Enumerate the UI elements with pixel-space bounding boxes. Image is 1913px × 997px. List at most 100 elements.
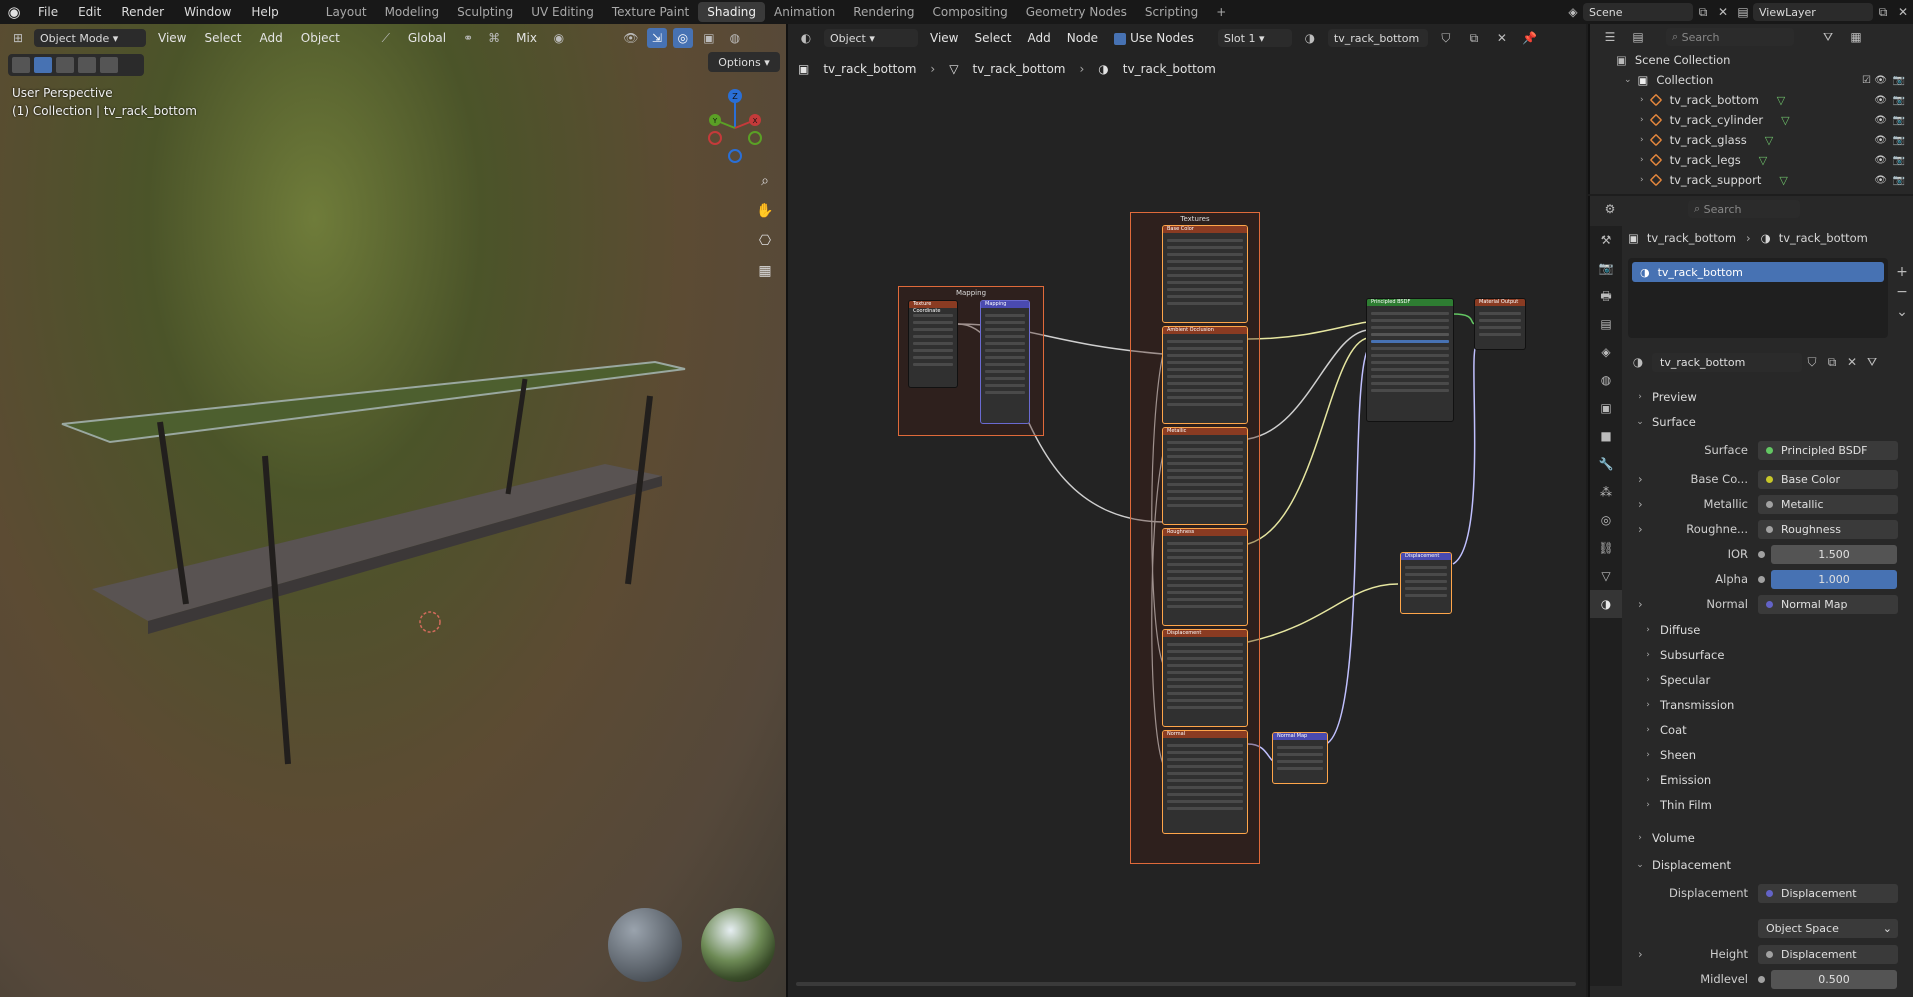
filter-icon[interactable]: ⛛ [1818, 27, 1838, 47]
render-tab-icon[interactable]: 📷 [1590, 254, 1622, 282]
tab-sculpting[interactable]: Sculpting [448, 2, 522, 22]
eye-icon[interactable]: 👁 [1874, 155, 1887, 166]
output-tab-icon[interactable]: 🖶 [1590, 282, 1622, 310]
mesh-data-icon[interactable]: ▽ [1765, 134, 1773, 147]
outliner-item-tv-rack-bottom[interactable]: › tv_rack_bottom ▽ 👁 📷 [1590, 90, 1913, 110]
chevron-right-icon[interactable]: › [1638, 947, 1643, 961]
constraints-tab-icon[interactable]: ⛓ [1590, 534, 1622, 562]
eye-icon[interactable]: 👁 [1874, 135, 1887, 146]
camera-icon[interactable]: 📷 [1893, 115, 1905, 126]
mesh-data-icon[interactable]: ▽ [1777, 94, 1785, 107]
node-roughness-texture[interactable]: Roughness [1162, 528, 1248, 626]
collection-row[interactable]: ⌄ ▣ Collection ☑ 👁 📷 [1590, 70, 1913, 90]
new-scene-icon[interactable]: ⧉ [1693, 2, 1713, 22]
section-displacement[interactable]: ⌄ Displacement [1628, 854, 1913, 876]
delete-scene-icon[interactable]: ✕ [1713, 2, 1733, 22]
subsection-emission[interactable]: › Emission [1636, 769, 1913, 791]
section-volume[interactable]: › Volume [1628, 827, 1913, 849]
physics-tab-icon[interactable]: ◎ [1590, 506, 1622, 534]
section-preview[interactable]: › Preview [1628, 386, 1913, 408]
rack-glass-top[interactable] [61, 360, 686, 444]
chevron-right-icon[interactable]: › [1638, 522, 1643, 536]
roughness-field[interactable]: Roughness [1758, 519, 1898, 539]
shader-node-editor[interactable]: ◐ Object ▾ View Select Add Node Use Node… [786, 24, 1586, 997]
node-normal-texture[interactable]: Normal [1162, 730, 1248, 834]
scene-tab-icon[interactable]: ◈ [1590, 338, 1622, 366]
height-field[interactable]: Displacement [1758, 944, 1898, 964]
subsection-thin-film[interactable]: › Thin Film [1636, 794, 1913, 816]
camera-icon[interactable]: 📷 [1893, 135, 1905, 146]
chevron-right-icon[interactable]: › [1638, 597, 1643, 611]
menu-window[interactable]: Window [174, 5, 241, 19]
chevron-right-icon[interactable]: › [1640, 175, 1644, 185]
delete-view-layer-icon[interactable]: ✕ [1893, 2, 1913, 22]
outliner-item-tv-rack-legs[interactable]: › tv_rack_legs ▽ 👁 📷 [1590, 150, 1913, 170]
view-layer-tab-icon[interactable]: ▤ [1590, 310, 1622, 338]
tab-shading[interactable]: Shading [698, 2, 765, 22]
normal-field[interactable]: Normal Map [1758, 594, 1898, 614]
data-tab-icon[interactable]: ▽ [1590, 562, 1622, 590]
camera-icon[interactable]: 📷 [1893, 175, 1905, 186]
section-surface[interactable]: ⌄ Surface [1628, 411, 1913, 433]
exclude-checkbox-icon[interactable]: ☑ [1862, 75, 1871, 86]
tab-compositing[interactable]: Compositing [923, 2, 1016, 22]
outliner-item-tv-rack-glass[interactable]: › tv_rack_glass ▽ 👁 📷 [1590, 130, 1913, 150]
editor-type-icon[interactable]: ☰ [1600, 27, 1620, 47]
tab-geometry-nodes[interactable]: Geometry Nodes [1017, 2, 1136, 22]
tab-layout[interactable]: Layout [317, 2, 376, 22]
ior-field[interactable]: 1.500 [1771, 544, 1897, 564]
tab-uv-editing[interactable]: UV Editing [522, 2, 603, 22]
node-principled-bsdf[interactable]: Principled BSDF [1366, 298, 1454, 422]
node-displacement[interactable]: Displacement [1400, 552, 1452, 614]
subsection-sheen[interactable]: › Sheen [1636, 744, 1913, 766]
node-mapping[interactable]: Mapping [980, 300, 1030, 424]
hdri-preview-sphere[interactable] [701, 908, 775, 982]
chevron-right-icon[interactable]: › [1640, 115, 1644, 125]
material-name-field[interactable]: tv_rack_bottom [1652, 352, 1802, 372]
eye-icon[interactable]: 👁 [1874, 115, 1887, 126]
chevron-right-icon[interactable]: › [1640, 155, 1644, 165]
node-ambient-texture[interactable]: Ambient Occlusion [1162, 326, 1248, 424]
new-view-layer-icon[interactable]: ⧉ [1873, 2, 1893, 22]
particles-tab-icon[interactable]: ⁂ [1590, 478, 1622, 506]
remove-slot-icon[interactable]: − [1892, 282, 1912, 302]
subsection-coat[interactable]: › Coat [1636, 719, 1913, 741]
node-texture-coordinate[interactable]: Texture Coordinate [908, 300, 958, 388]
node-metallic-texture[interactable]: Metallic [1162, 427, 1248, 525]
tab-animation[interactable]: Animation [765, 2, 844, 22]
subsection-specular[interactable]: › Specular [1636, 669, 1913, 691]
scene-collection-row[interactable]: ▣ Scene Collection [1590, 50, 1913, 70]
duplicate-material-icon[interactable]: ⧉ [1822, 352, 1842, 372]
space-dropdown[interactable]: Object Space ⌄ [1758, 918, 1898, 938]
chevron-right-icon[interactable]: › [1640, 95, 1644, 105]
mesh-data-icon[interactable]: ▽ [1759, 154, 1767, 167]
view-layer-icon[interactable]: ▤ [1733, 2, 1753, 22]
unlink-material-icon[interactable]: ✕ [1842, 352, 1862, 372]
add-slot-icon[interactable]: + [1892, 262, 1912, 282]
editor-type-icon[interactable]: ⚙ [1600, 199, 1620, 219]
eye-icon[interactable]: 👁 [1874, 95, 1887, 106]
subsection-diffuse[interactable]: › Diffuse [1636, 619, 1913, 641]
chevron-right-icon[interactable]: › [1640, 135, 1644, 145]
displacement-field[interactable]: Displacement [1758, 883, 1898, 903]
tool-tab-icon[interactable]: ⚒ [1590, 226, 1622, 254]
mesh-data-icon[interactable]: ▽ [1781, 114, 1789, 127]
menu-help[interactable]: Help [241, 5, 288, 19]
display-mode-icon[interactable]: ▤ [1628, 27, 1648, 47]
chevron-right-icon[interactable]: › [1638, 472, 1643, 486]
subsection-subsurface[interactable]: › Subsurface [1636, 644, 1913, 666]
scene-field[interactable]: Scene [1583, 3, 1693, 21]
node-normal-map[interactable]: Normal Map [1272, 732, 1328, 784]
alpha-slider[interactable]: 1.000 [1771, 569, 1897, 589]
subsection-transmission[interactable]: › Transmission [1636, 694, 1913, 716]
menu-file[interactable]: File [28, 5, 68, 19]
node-displacement-texture[interactable]: Displacement [1162, 629, 1248, 727]
surface-shader-field[interactable]: Principled BSDF [1758, 440, 1898, 460]
base-color-field[interactable]: Base Color [1758, 469, 1898, 489]
filter-icon[interactable]: ⛛ [1862, 352, 1882, 372]
tab-texture-paint[interactable]: Texture Paint [603, 2, 698, 22]
mesh-data-icon[interactable]: ▽ [1779, 174, 1787, 187]
collection-tab-icon[interactable]: ▣ [1590, 394, 1622, 422]
camera-icon[interactable]: 📷 [1893, 155, 1905, 166]
node-material-output[interactable]: Material Output [1474, 298, 1526, 350]
